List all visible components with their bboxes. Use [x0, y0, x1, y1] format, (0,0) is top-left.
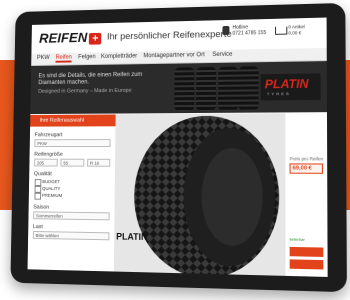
reifengroesse-label: Reifengröße	[34, 151, 63, 158]
screen: REIFEN + Ihr persönlicher Reifenexperte H…	[27, 17, 328, 277]
tire-filter-sidebar: Ihre Reifenauswahl Fahrzeugart PKW Reife…	[27, 114, 116, 272]
tablet-frame: REIFEN + Ihr persönlicher Reifenexperte H…	[10, 2, 347, 293]
promo-banner[interactable]: Es sind die Details, die einen Reifen zu…	[30, 61, 327, 115]
stock-status: lieferbar	[289, 236, 305, 242]
price-label: Preis pro Reifen	[289, 156, 324, 162]
site-logo[interactable]: REIFEN +	[38, 29, 102, 46]
hotline[interactable]: Hotline 0721 4785 155	[232, 24, 266, 36]
nav-item-kompletträder[interactable]: Kompletträder	[101, 53, 137, 60]
product-image-area: PLATIN	[113, 113, 286, 276]
banner-subline: Designed in Germany – Made in Europe	[38, 87, 132, 95]
cart-icon[interactable]	[275, 26, 288, 35]
nav-item-service[interactable]: Service	[212, 52, 232, 58]
sidebar-title: Ihre Reifenauswahl	[39, 117, 85, 124]
tagline: Ihr persönlicher Reifenexperte	[106, 28, 232, 43]
quality-budget-label: BUDGET	[42, 179, 61, 185]
banner-tire-image	[238, 66, 259, 111]
tire-ratio-select[interactable]: 55	[60, 158, 85, 167]
cart-summary[interactable]: 0 Artikel 0,00 €	[288, 24, 305, 36]
platin-brand-badge: PLATIN TYRES	[260, 73, 321, 101]
fahrzeugart-select[interactable]: PKW	[34, 139, 111, 147]
price-panel: Preis pro Reifen 69,00 € lieferbar	[285, 113, 328, 277]
phone-icon	[222, 25, 230, 36]
logo-text: REIFEN	[38, 29, 88, 46]
nav-item-pkw[interactable]: PKW	[37, 55, 50, 61]
details-button[interactable]	[289, 259, 324, 270]
quality-quality-label: QUALITY	[42, 185, 61, 192]
tire-width-select[interactable]: 205	[34, 158, 58, 167]
fahrzeugart-label: Fahrzeugart	[34, 132, 63, 139]
saison-label: Saison	[33, 204, 50, 211]
banner-tire-image	[174, 67, 195, 112]
last-label: Last	[32, 224, 43, 231]
banner-tire-image	[218, 66, 239, 111]
banner-headline: Es sind die Details, die einen Reifen zu…	[38, 71, 143, 87]
nav-item-felgen[interactable]: Felgen	[78, 54, 96, 60]
last-select[interactable]: Bitte wählen	[32, 230, 110, 241]
add-to-cart-button[interactable]	[289, 246, 324, 257]
quality-premium-checkbox[interactable]	[34, 192, 42, 200]
quality-premium-label: PREMIUM	[41, 192, 63, 198]
price-value: 69,00 €	[289, 163, 324, 174]
sidebar-header: Ihre Reifenauswahl	[30, 114, 116, 127]
saison-select[interactable]: Sommerreifen	[33, 211, 110, 221]
product-brand: PLATIN	[116, 231, 148, 243]
nav-item-montagepartner[interactable]: Montagepartner vor Ort	[143, 52, 204, 59]
banner-tire-image	[196, 66, 217, 111]
tire-image[interactable]	[113, 113, 286, 276]
tire-rim-select[interactable]: R 16	[87, 158, 111, 167]
platin-logo: PLATIN	[264, 76, 309, 92]
qualitaet-label: Qualität	[33, 171, 52, 178]
platin-logo-sub: TYRES	[266, 91, 291, 97]
logo-plus: +	[89, 32, 102, 45]
nav-item-reifen[interactable]: Reifen	[55, 54, 72, 63]
